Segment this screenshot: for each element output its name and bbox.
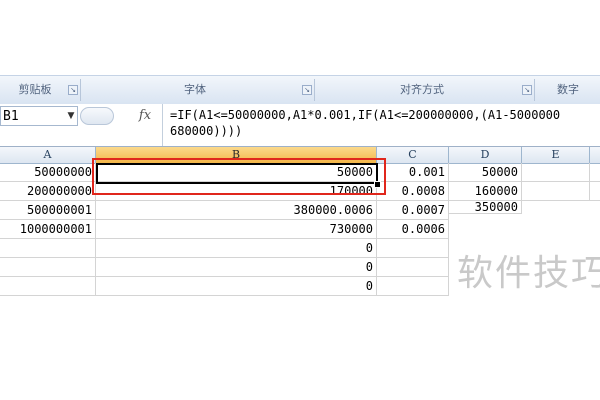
table-row: 1000000001 730000 0.0006 <box>0 220 450 239</box>
cell-a1[interactable]: 50000000 <box>0 163 96 182</box>
watermark: 软件技巧 <box>457 253 600 294</box>
ribbon-separator <box>80 79 81 101</box>
cell-c5[interactable] <box>377 239 449 258</box>
cell-a3[interactable]: 500000001 <box>0 201 96 220</box>
cell-d1[interactable]: 50000 <box>449 163 522 182</box>
font-dialog-launcher-icon[interactable]: ↘ <box>302 85 312 95</box>
ribbon-group-bar: 剪贴板 ↘ 字体 ↘ 对齐方式 ↘ 数字 <box>0 75 600 105</box>
cell-c1[interactable]: 0.001 <box>377 163 449 182</box>
cell-e2[interactable] <box>522 182 590 201</box>
ribbon-group-number[interactable]: 数字 <box>536 82 600 98</box>
column-header-c[interactable]: C <box>377 147 449 163</box>
cell-f1[interactable] <box>590 163 600 182</box>
alignment-dialog-launcher-icon[interactable]: ↘ <box>522 85 532 95</box>
column-header-a[interactable]: A <box>0 147 96 163</box>
cell-b5[interactable]: 0 <box>96 239 377 258</box>
cell-a5[interactable] <box>0 239 96 258</box>
formula-line-1: =IF(A1<=50000000,A1*0.001,IF(A1<=2000000… <box>170 108 561 122</box>
table-row: 0 <box>0 277 450 296</box>
cell-c2[interactable]: 0.0008 <box>377 182 449 201</box>
column-header-f[interactable] <box>590 147 600 163</box>
formula-bar-splitter[interactable] <box>80 107 114 125</box>
cell-c6[interactable] <box>377 258 449 277</box>
ribbon-group-clipboard[interactable]: 剪贴板 <box>0 82 70 98</box>
cell-a2[interactable]: 200000000 <box>0 182 96 201</box>
cell-c4[interactable]: 0.0006 <box>377 220 449 239</box>
ribbon-separator <box>314 79 315 101</box>
cell-b7[interactable]: 0 <box>96 277 377 296</box>
cell-b3[interactable]: 380000.0006 <box>96 201 377 220</box>
formula-input[interactable]: =IF(A1<=50000000,A1*0.001,IF(A1<=2000000… <box>162 104 600 146</box>
cell-c7[interactable] <box>377 277 449 296</box>
cell-a6[interactable] <box>0 258 96 277</box>
cell-f2[interactable] <box>590 182 600 201</box>
table-row: 0 <box>0 239 450 258</box>
spreadsheet-window: 剪贴板 ↘ 字体 ↘ 对齐方式 ↘ 数字 B1 ▼ fx =IF(A1<=500… <box>0 0 600 400</box>
ribbon-separator <box>534 79 535 101</box>
cell-d2[interactable]: 160000 <box>449 182 522 201</box>
column-header-e[interactable]: E <box>522 147 590 163</box>
ribbon-group-alignment[interactable]: 对齐方式 <box>316 82 528 98</box>
table-row: 0 <box>0 258 450 277</box>
table-row: 500000001 380000.0006 0.0007 350000 <box>0 201 600 220</box>
cell-b6[interactable]: 0 <box>96 258 377 277</box>
formula-bar: B1 ▼ fx =IF(A1<=50000000,A1*0.001,IF(A1<… <box>0 104 600 147</box>
cell-a4[interactable]: 1000000001 <box>0 220 96 239</box>
highlight-annotation-box <box>92 158 386 195</box>
cell-b4[interactable]: 730000 <box>96 220 377 239</box>
ribbon-group-font[interactable]: 字体 <box>82 82 308 98</box>
column-header-d[interactable]: D <box>449 147 522 163</box>
formula-line-2: 680000)))) <box>170 124 243 138</box>
insert-function-button[interactable]: fx <box>134 107 156 125</box>
cell-d3[interactable]: 350000 <box>449 201 522 214</box>
cell-c3[interactable]: 0.0007 <box>377 201 449 220</box>
clipboard-dialog-launcher-icon[interactable]: ↘ <box>68 85 78 95</box>
cell-e1[interactable] <box>522 163 590 182</box>
cell-a7[interactable] <box>0 277 96 296</box>
chevron-down-icon[interactable]: ▼ <box>66 109 76 123</box>
